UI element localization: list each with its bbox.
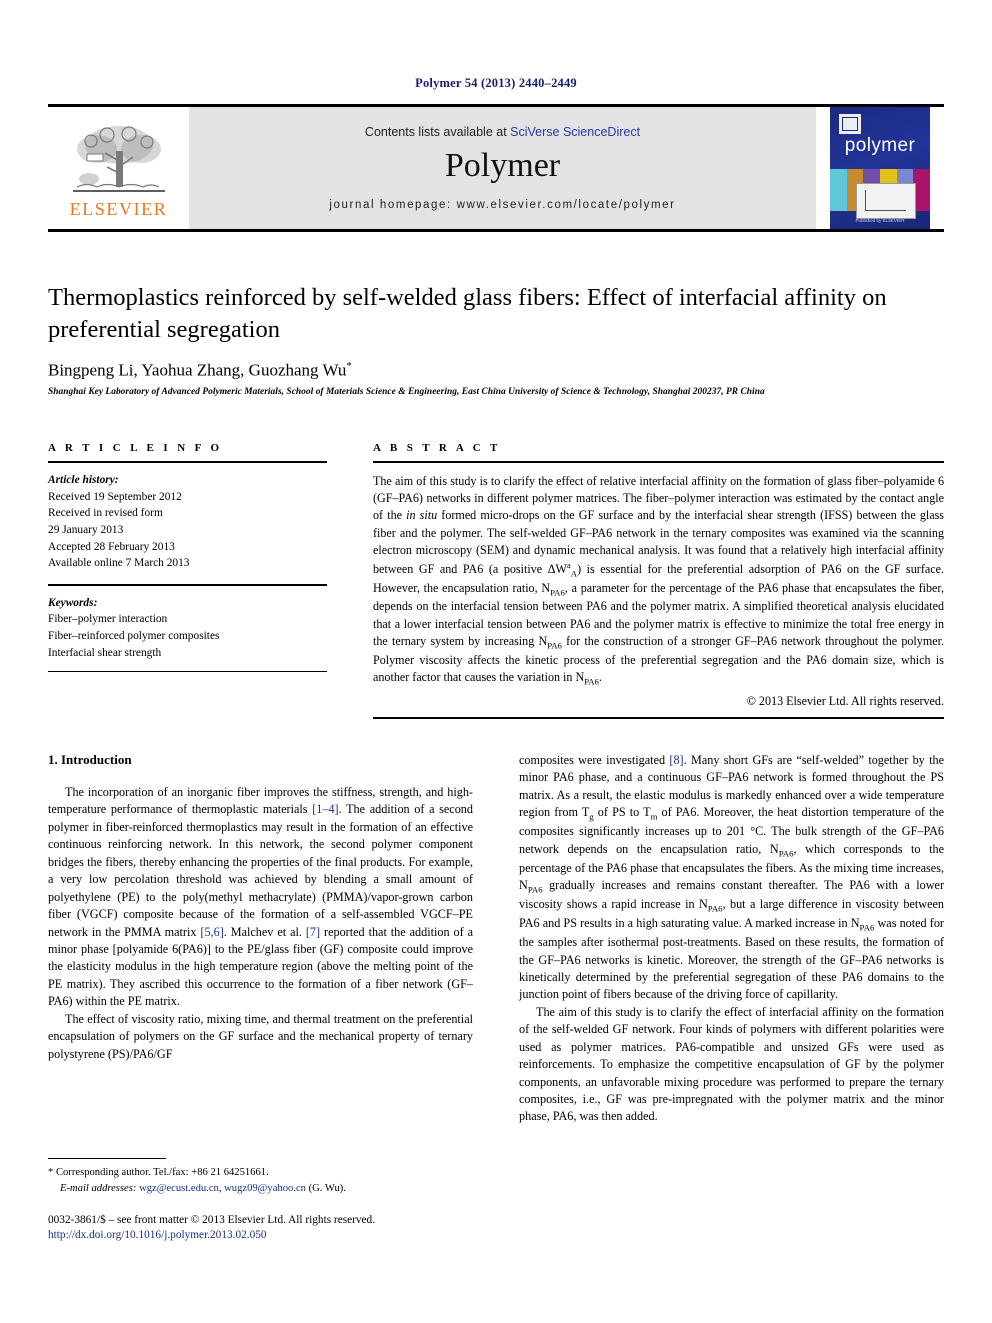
page-footer: 0032-3861/$ – see front matter © 2013 El… bbox=[48, 1212, 648, 1241]
keyword-2: Interfacial shear strength bbox=[48, 646, 162, 659]
article-info-column: A R T I C L E I N F O Article history: R… bbox=[48, 442, 327, 719]
intro-paragraph-2: The effect of viscosity ratio, mixing ti… bbox=[48, 1011, 473, 1061]
intro-paragraph-2-continued: composites were investigated [8]. Many s… bbox=[519, 752, 944, 1004]
journal-banner: Contents lists available at SciVerse Sci… bbox=[189, 107, 816, 229]
intro-p1-b: . The addition of a second polymer in fi… bbox=[48, 802, 473, 939]
article-history-label: Article history: bbox=[48, 474, 119, 486]
footnote-block: * Corresponding author. Tel./fax: +86 21… bbox=[48, 1158, 473, 1197]
abstract-sub-pa6-1: PA6 bbox=[550, 587, 565, 598]
intro-r1-c: of PS to T bbox=[593, 805, 651, 820]
citation-7[interactable]: [7] bbox=[306, 925, 320, 939]
abstract-part-6: . bbox=[598, 669, 602, 684]
history-item-4: Available online 7 March 2013 bbox=[48, 557, 190, 570]
history-item-0: Received 19 September 2012 bbox=[48, 490, 182, 503]
doi-link[interactable]: http://dx.doi.org/10.1016/j.polymer.2013… bbox=[48, 1229, 648, 1241]
email-link-1[interactable]: wgz@ecust.edu.cn bbox=[139, 1183, 219, 1194]
running-head: Polymer 54 (2013) 2440–2449 bbox=[415, 76, 577, 90]
elsevier-tree-icon bbox=[72, 125, 165, 192]
journal-homepage-link[interactable]: journal homepage: www.elsevier.com/locat… bbox=[329, 199, 675, 211]
email-link-2[interactable]: wugz09@yahoo.cn bbox=[224, 1183, 306, 1194]
cover-elsevier-mark-icon bbox=[839, 114, 861, 134]
issn-copyright-line: 0032-3861/$ – see front matter © 2013 El… bbox=[48, 1214, 376, 1226]
section-heading-introduction: 1. Introduction bbox=[48, 752, 132, 767]
citation-8[interactable]: [8] bbox=[669, 753, 683, 767]
abstract-heading: A B S T R A C T bbox=[373, 442, 501, 454]
page-title: Thermoplastics reinforced by self-welded… bbox=[48, 284, 887, 343]
article-history: Article history: Received 19 September 2… bbox=[48, 463, 327, 572]
keyword-1: Fiber–reinforced polymer composites bbox=[48, 630, 220, 643]
corresponding-author-note: * Corresponding author. Tel./fax: +86 21… bbox=[48, 1167, 269, 1178]
info-headings-row: A R T I C L E I N F O Article history: R… bbox=[48, 442, 944, 719]
article-info-heading: A R T I C L E I N F O bbox=[48, 442, 223, 454]
history-item-2: 29 January 2013 bbox=[48, 523, 124, 536]
keywords-block: Keywords: Fiber–polymer interaction Fibe… bbox=[48, 586, 327, 662]
abstract-bottom-rule bbox=[373, 716, 944, 719]
body-column-left: 1. Introduction The incorporation of an … bbox=[48, 752, 473, 1182]
journal-cover-thumbnail: polymer Published by ELSEVIER bbox=[816, 107, 944, 229]
article-page: Polymer 54 (2013) 2440–2449 ELSEVIER Con… bbox=[0, 0, 992, 1323]
abstract-copyright: © 2013 Elsevier Ltd. All rights reserved… bbox=[746, 693, 944, 708]
sub-pa6-r2: PA6 bbox=[527, 884, 543, 895]
abstract-sub-pa6-3: PA6 bbox=[584, 676, 599, 687]
title-block: Thermoplastics reinforced by self-welded… bbox=[48, 282, 944, 397]
history-item-3: Accepted 28 February 2013 bbox=[48, 540, 175, 553]
sciencedirect-link[interactable]: SciVerse ScienceDirect bbox=[510, 125, 640, 139]
authors-names: Bingpeng Li, Yaohua Zhang, Guozhang Wu bbox=[48, 360, 347, 380]
sub-pa6-r4: PA6 bbox=[859, 922, 875, 933]
citation-1-4[interactable]: [1–4] bbox=[312, 802, 338, 816]
abstract-sub-pa6-2: PA6 bbox=[547, 640, 562, 651]
corresponding-author-marker: * bbox=[346, 359, 352, 372]
sub-pa6-r3: PA6 bbox=[707, 903, 723, 914]
sub-pa6-r1: PA6 bbox=[778, 848, 794, 859]
abstract-text: The aim of this study is to clarify the … bbox=[373, 463, 944, 688]
cover-footer-text: Published by ELSEVIER bbox=[855, 218, 905, 224]
body-columns: 1. Introduction The incorporation of an … bbox=[48, 752, 944, 1182]
citation-5-6[interactable]: [5,6] bbox=[200, 925, 223, 939]
abstract-italic-in-situ: in situ bbox=[406, 508, 438, 523]
history-item-1: Received in revised form bbox=[48, 507, 163, 520]
abstract-column: A B S T R A C T The aim of this study is… bbox=[373, 442, 944, 719]
affiliation: Shanghai Key Laboratory of Advanced Poly… bbox=[48, 387, 765, 398]
article-info-bottom-rule bbox=[48, 671, 327, 673]
footnote-rule bbox=[48, 1158, 166, 1159]
cover-journal-name: polymer bbox=[844, 135, 916, 156]
body-column-right: composites were investigated [8]. Many s… bbox=[519, 752, 944, 1182]
intro-paragraph-3: The aim of this study is to clarify the … bbox=[519, 1004, 944, 1124]
contents-available-line: Contents lists available at SciVerse Sci… bbox=[365, 125, 640, 139]
cover-image: polymer Published by ELSEVIER bbox=[830, 107, 930, 229]
email-label: E-mail addresses: bbox=[60, 1182, 137, 1194]
keywords-label: Keywords: bbox=[48, 596, 98, 609]
contents-prefix: Contents lists available at bbox=[364, 125, 511, 139]
intro-r1-a: composites were investigated bbox=[519, 753, 670, 767]
email-note: E-mail addresses: wgz@ecust.edu.cn, wugz… bbox=[48, 1181, 473, 1197]
body-gutter bbox=[473, 752, 519, 1182]
author-list: Bingpeng Li, Yaohua Zhang, Guozhang Wu* bbox=[48, 360, 944, 381]
keyword-0: Fiber–polymer interaction bbox=[48, 613, 168, 626]
email-suffix: (G. Wu). bbox=[305, 1182, 346, 1194]
journal-masthead: ELSEVIER Contents lists available at Sci… bbox=[48, 104, 944, 232]
cover-inset-plot bbox=[856, 183, 916, 219]
journal-title: Polymer bbox=[444, 147, 561, 184]
intro-p1-c: . Malchev et al. bbox=[223, 924, 306, 939]
info-abstract-area: A R T I C L E I N F O Article history: R… bbox=[48, 442, 944, 719]
elsevier-logo: ELSEVIER bbox=[48, 107, 189, 229]
column-gutter bbox=[327, 442, 373, 719]
elsevier-wordmark: ELSEVIER bbox=[69, 198, 168, 219]
intro-paragraph-1: The incorporation of an inorganic fiber … bbox=[48, 784, 473, 1011]
